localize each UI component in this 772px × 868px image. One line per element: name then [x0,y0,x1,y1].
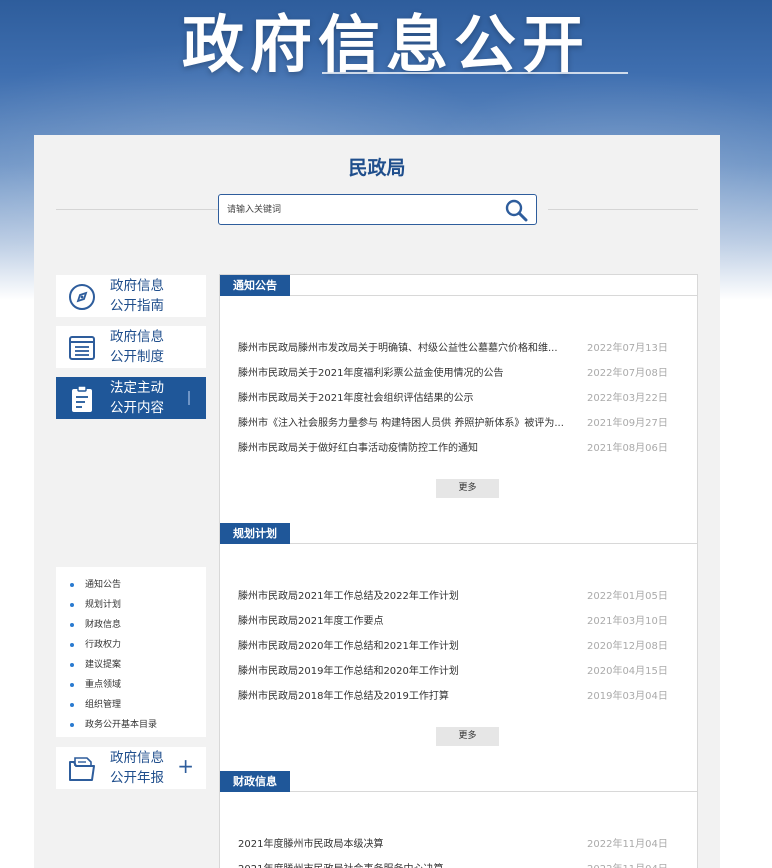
list-icon [69,336,95,360]
submenu-item[interactable]: 规划计划 [56,595,206,615]
divider-left [56,209,218,210]
item-title[interactable]: 滕州市《注入社会服务力量参与 构建特困人员供 养照护新体系》被评为... [238,414,568,434]
section-tab[interactable]: 规划计划 [220,523,290,544]
list-item[interactable]: 滕州市民政局关于2021年度社会组织评估结果的公示 2022年03月22日 [220,389,697,414]
list-item[interactable]: 滕州市民政局2019年工作总结和2020年工作计划 2020年04月15日 [220,662,697,687]
item-title[interactable]: 滕州市民政局2018年工作总结及2019工作打算 [238,687,568,707]
item-title[interactable]: 2021年度滕州市民政局社会事务服务中心决算 [238,860,568,868]
active-marker [188,391,190,405]
item-title[interactable]: 滕州市民政局滕州市发改局关于明确镇、村级公益性公墓墓穴价格和维... [238,339,568,359]
item-date: 2020年12月08日 [587,641,668,652]
sidebar-item-guide[interactable]: 政府信息 公开指南 [56,275,206,317]
sidebar-item-label: 政府信息 公开指南 [110,278,164,314]
item-title[interactable]: 滕州市民政局2021年工作总结及2022年工作计划 [238,587,568,607]
submenu-item[interactable]: 建议提案 [56,655,206,675]
expand-plus-icon[interactable]: + [177,756,194,776]
list-item[interactable]: 滕州市民政局滕州市发改局关于明确镇、村级公益性公墓墓穴价格和维... 2022年0… [220,339,697,364]
item-date: 2022年03月22日 [587,393,668,404]
section-header: 财政信息 [220,771,697,792]
item-date: 2022年07月08日 [587,368,668,379]
section-header: 规划计划 [220,523,697,544]
sidebar-item-system[interactable]: 政府信息 公开制度 [56,326,206,368]
section-plans: 规划计划 滕州市民政局2021年工作总结及2022年工作计划 2022年01月05… [220,523,697,746]
department-title: 民政局 [348,157,406,179]
sidebar-item-label: 政府信息 公开制度 [110,329,164,365]
submenu-item[interactable]: 行政权力 [56,635,206,655]
section-header: 通知公告 [220,275,697,296]
item-date: 2021年09月27日 [587,418,668,429]
item-date: 2022年11月04日 [587,839,668,850]
item-title[interactable]: 滕州市民政局关于2021年度福利彩票公益金使用情况的公告 [238,364,568,384]
sidebar-item-annual-report[interactable]: 政府信息 公开年报 + [56,747,206,789]
section-list: 滕州市民政局2021年工作总结及2022年工作计划 2022年01月05日 滕州市… [220,587,697,712]
item-date: 2022年07月13日 [587,343,668,354]
section-notices: 通知公告 滕州市民政局滕州市发改局关于明确镇、村级公益性公墓墓穴价格和维... 2… [220,275,697,498]
list-item[interactable]: 滕州市《注入社会服务力量参与 构建特困人员供 养照护新体系》被评为... 2021… [220,414,697,439]
list-item[interactable]: 滕州市民政局2021年工作总结及2022年工作计划 2022年01月05日 [220,587,697,612]
folder-icon [69,757,95,781]
section-finance: 财政信息 2021年度滕州市民政局本级决算 2022年11月04日 2021年度滕… [220,771,697,868]
list-item[interactable]: 滕州市民政局2020年工作总结和2021年工作计划 2020年12月08日 [220,637,697,662]
item-date: 2022年01月05日 [587,591,668,602]
item-title[interactable]: 滕州市民政局关于做好红白事活动疫情防控工作的通知 [238,439,568,459]
item-date: 2021年08月06日 [587,443,668,454]
submenu-item[interactable]: 财政信息 [56,615,206,635]
compass-icon [69,284,95,310]
submenu-item[interactable]: 组织管理 [56,695,206,715]
list-item[interactable]: 2021年度滕州市民政局本级决算 2022年11月04日 [220,835,697,860]
list-item[interactable]: 滕州市民政局关于2021年度福利彩票公益金使用情况的公告 2022年07月08日 [220,364,697,389]
item-title[interactable]: 滕州市民政局2019年工作总结和2020年工作计划 [238,662,568,682]
section-tab[interactable]: 通知公告 [220,275,290,296]
item-date: 2022年11月04日 [587,860,668,868]
submenu-item[interactable]: 通知公告 [56,575,206,595]
section-list: 2021年度滕州市民政局本级决算 2022年11月04日 2021年度滕州市民政局… [220,835,697,868]
sidebar-item-label: 法定主动 公开内容 [110,380,164,416]
search-icon[interactable] [504,198,528,222]
sidebar-item-content[interactable]: 法定主动 公开内容 [56,377,206,419]
item-date: 2021年03月10日 [587,616,668,627]
item-date: 2019年03月04日 [587,691,668,702]
item-title[interactable]: 滕州市民政局2021年度工作要点 [238,612,568,632]
hero-underline [322,72,628,74]
more-button[interactable]: 更多 [436,727,499,746]
submenu-item[interactable]: 政务公开基本目录 [56,715,206,735]
item-title[interactable]: 滕州市民政局2020年工作总结和2021年工作计划 [238,637,568,657]
list-item[interactable]: 滕州市民政局关于做好红白事活动疫情防控工作的通知 2021年08月06日 [220,439,697,464]
search-box [218,194,537,225]
item-title[interactable]: 滕州市民政局关于2021年度社会组织评估结果的公示 [238,389,568,409]
section-tab[interactable]: 财政信息 [220,771,290,792]
more-button[interactable]: 更多 [436,479,499,498]
search-input[interactable] [227,195,497,224]
content-panel: 民政局 政府信息 公开指南 [34,135,720,868]
item-title[interactable]: 2021年度滕州市民政局本级决算 [238,835,568,855]
sidebar-submenu: 通知公告 规划计划 财政信息 行政权力 建议提案 重点领域 组织管理 政务公开基… [56,567,206,737]
section-list: 滕州市民政局滕州市发改局关于明确镇、村级公益性公墓墓穴价格和维... 2022年0… [220,339,697,464]
item-date: 2020年04月15日 [587,666,668,677]
main-content: 通知公告 滕州市民政局滕州市发改局关于明确镇、村级公益性公墓墓穴价格和维... 2… [219,274,698,868]
clipboard-icon [72,385,92,412]
list-item[interactable]: 2021年度滕州市民政局社会事务服务中心决算 2022年11月04日 [220,860,697,868]
divider-right [548,209,698,210]
submenu-item[interactable]: 重点领域 [56,675,206,695]
list-item[interactable]: 滕州市民政局2018年工作总结及2019工作打算 2019年03月04日 [220,687,697,712]
list-item[interactable]: 滕州市民政局2021年度工作要点 2021年03月10日 [220,612,697,637]
